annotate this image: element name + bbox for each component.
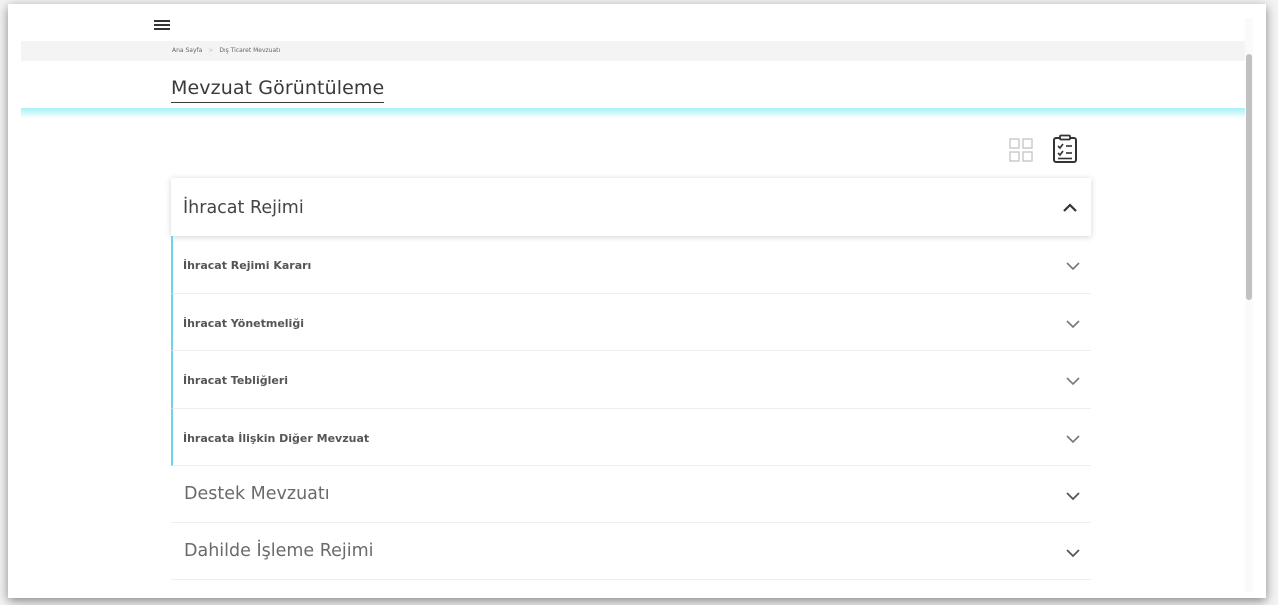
- browser-window: Ana Sayfa > Dış Ticaret Mevzuatı Mevzuat G…: [8, 4, 1266, 598]
- section-header-ihracat-rejimi[interactable]: İhracat Rejimi: [171, 178, 1091, 236]
- list-item[interactable]: İhracat Tebliğleri: [171, 351, 1091, 409]
- chevron-down-icon[interactable]: [1064, 490, 1082, 502]
- breadcrumb-current-link[interactable]: Dış Ticaret Mevzuatı: [219, 47, 280, 54]
- scrollbar-thumb[interactable]: [1246, 54, 1252, 300]
- hamburger-icon[interactable]: [154, 20, 170, 32]
- section-header-destek-mevzuati[interactable]: Destek Mevzuatı: [171, 466, 1091, 523]
- grid-view-icon[interactable]: [1009, 138, 1033, 162]
- accent-divider: [21, 108, 1253, 118]
- list-item-label: İhracata İlişkin Diğer Mevzuat: [183, 431, 370, 445]
- list-item[interactable]: İhracat Yönetmeliği: [171, 293, 1091, 351]
- section-header-dahilde-isleme-rejimi[interactable]: Dahilde İşleme Rejimi: [171, 523, 1091, 580]
- section-title: Dahilde İşleme Rejimi: [184, 541, 374, 561]
- list-item-label: İhracat Rejimi Kararı: [183, 259, 312, 272]
- chevron-down-icon[interactable]: [1064, 318, 1082, 330]
- list-item-label: İhracat Yönetmeliği: [183, 316, 304, 330]
- checklist-view-icon[interactable]: [1051, 134, 1079, 164]
- breadcrumb-bar: Ana Sayfa > Dış Ticaret Mevzuatı: [21, 41, 1253, 61]
- breadcrumb: Ana Sayfa > Dış Ticaret Mevzuatı: [172, 47, 280, 54]
- chevron-up-icon[interactable]: [1061, 201, 1079, 213]
- sub-item-list: İhracat Rejimi Kararı İhracat Yönetmeliğ…: [171, 236, 1091, 466]
- list-item[interactable]: İhracata İlişkin Diğer Mevzuat: [171, 408, 1091, 466]
- breadcrumb-separator: >: [208, 47, 214, 54]
- section-title: Destek Mevzuatı: [184, 484, 330, 504]
- chevron-down-icon[interactable]: [1064, 547, 1082, 559]
- list-item-label: İhracat Tebliğleri: [183, 374, 289, 387]
- page-title: Mevzuat Görüntüleme: [171, 77, 385, 103]
- chevron-down-icon[interactable]: [1064, 260, 1082, 272]
- chevron-down-icon[interactable]: [1064, 375, 1082, 387]
- breadcrumb-home-link[interactable]: Ana Sayfa: [172, 47, 202, 54]
- section-title: İhracat Rejimi: [183, 198, 304, 218]
- list-item[interactable]: İhracat Rejimi Kararı: [171, 236, 1091, 294]
- chevron-down-icon[interactable]: [1064, 433, 1082, 445]
